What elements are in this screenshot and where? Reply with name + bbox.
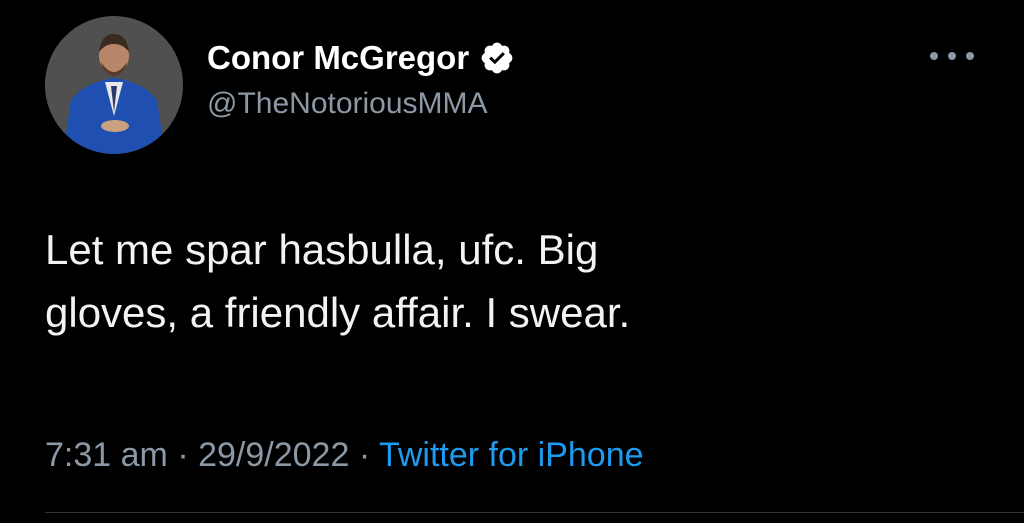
display-name[interactable]: Conor McGregor	[207, 38, 469, 78]
author-handle[interactable]: @TheNotoriousMMA	[207, 86, 488, 122]
meta-separator: ·	[177, 436, 199, 474]
author-name-row: Conor McGregor	[207, 38, 515, 78]
more-dot	[948, 52, 956, 60]
verified-badge-icon	[479, 40, 515, 76]
tweet-text: Let me spar hasbulla, ufc. Big gloves, a…	[45, 226, 631, 336]
tweet-meta: 7:31 am · 29/9/2022 · Twitter for iPhone	[45, 433, 644, 477]
meta-separator: ·	[358, 436, 379, 474]
avatar[interactable]	[45, 16, 183, 154]
divider	[45, 512, 1024, 513]
tweet-time[interactable]: 7:31 am	[45, 436, 168, 474]
more-dot	[966, 52, 974, 60]
tweet-source-link[interactable]: Twitter for iPhone	[379, 436, 644, 474]
tweet-card: Conor McGregor @TheNotoriousMMA Let me s…	[0, 0, 1024, 523]
more-dot	[930, 52, 938, 60]
tweet-date[interactable]: 29/9/2022	[198, 436, 349, 474]
avatar-image	[45, 16, 183, 154]
more-horizontal-icon[interactable]	[930, 46, 974, 66]
